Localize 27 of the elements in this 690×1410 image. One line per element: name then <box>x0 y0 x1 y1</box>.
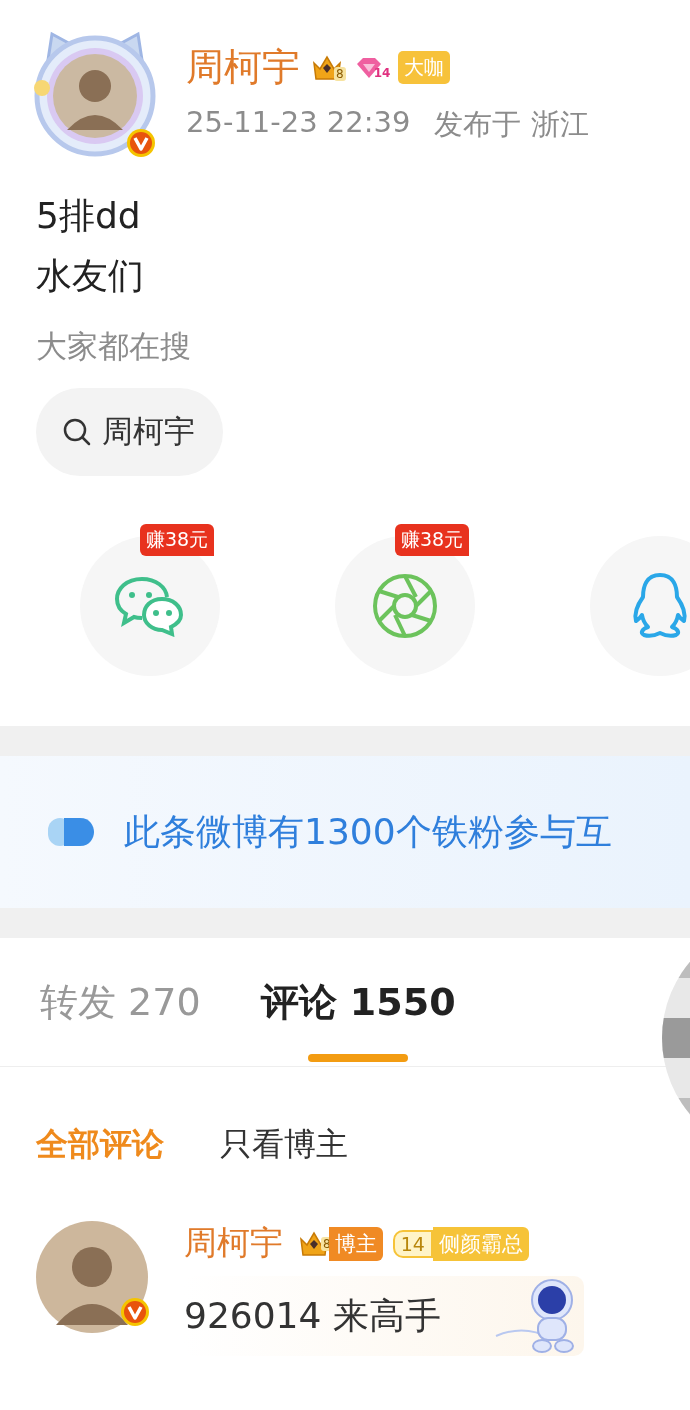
tab[interactable]: 评论 1550 <box>260 938 456 1066</box>
penguin-icon <box>630 571 690 641</box>
post-time: 25-11-23 22:39 <box>186 105 411 141</box>
tab[interactable]: 转发 270 <box>40 938 201 1066</box>
chat-bubbles-icon <box>114 575 186 637</box>
commenter-name[interactable]: 周柯宇 <box>184 1221 283 1266</box>
reward-badge: 赚38元 <box>140 524 215 556</box>
avatar[interactable] <box>36 1221 148 1333</box>
filter-tab[interactable]: 全部评论 <box>36 1123 164 1167</box>
search-chip[interactable]: 周柯宇 <box>36 388 223 476</box>
vip-badge: 大咖 <box>398 51 451 84</box>
level-number: 14 <box>373 65 391 80</box>
title-badge: 侧颜霸总 <box>432 1226 529 1261</box>
reward-badge: 赚38元 <box>395 524 470 556</box>
post-location: 发布于 浙江 <box>434 106 589 143</box>
search-icon <box>62 417 92 447</box>
level-number: 8 <box>334 66 346 81</box>
aperture-icon <box>372 573 438 639</box>
section-title: 大家都在搜 <box>35 327 192 366</box>
role-badge: 博主 <box>328 1226 383 1261</box>
post-text: 水友们 <box>36 254 145 298</box>
post-text: 5排dd <box>36 194 142 238</box>
fan-banner[interactable]: 此条微博有1300个铁粉参与互 <box>0 756 690 908</box>
comment-text: 926014 来高手 <box>184 1293 441 1338</box>
filter-tab[interactable]: 只看博主 <box>220 1123 348 1167</box>
level-number: 14 <box>392 1229 433 1258</box>
author-name[interactable]: 周柯宇 <box>186 42 300 93</box>
